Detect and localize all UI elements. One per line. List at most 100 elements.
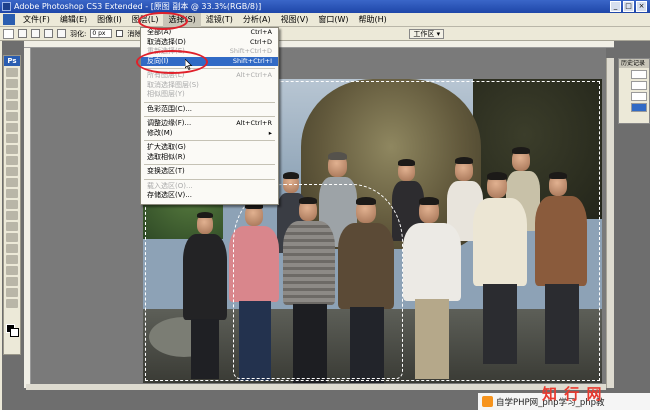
watermark-logo: 知 行 网 <box>542 385 603 403</box>
left-edge-strip <box>0 41 2 410</box>
background-color-swatch[interactable] <box>10 328 19 337</box>
window-title: Adobe Photoshop CS3 Extended - [原图 副本 @ … <box>14 2 262 11</box>
select-menu-item-label: 取消选择图层(S) <box>147 80 199 89</box>
history-panel-title[interactable]: 历史记录 <box>619 59 649 68</box>
select-menu-item-label: 色彩范围(C)... <box>147 104 193 113</box>
menu-analysis[interactable]: 分析(A) <box>238 13 276 27</box>
minimize-button[interactable]: _ <box>610 1 621 12</box>
workspace-button[interactable]: 工作区 ▾ <box>409 28 445 39</box>
shape-tool-icon[interactable] <box>6 255 18 264</box>
menu-image[interactable]: 图像(I) <box>92 13 127 27</box>
site-watermark: 自学PHP网_php学习_php教 知 行 网 <box>478 383 650 410</box>
select-menu-item-label: 反向(I) <box>147 56 169 65</box>
menu-separator <box>144 68 275 69</box>
select-menu-item-label: 重新选择(E) <box>147 47 185 55</box>
horizontal-ruler <box>24 41 614 48</box>
select-menu-item[interactable]: 存储选区(V)... <box>141 191 278 201</box>
history-state-item[interactable] <box>631 81 647 90</box>
ps-logo: Ps <box>4 56 20 66</box>
maximize-button[interactable]: □ <box>623 1 634 12</box>
history-state-item-selected[interactable] <box>631 103 647 112</box>
menu-separator <box>144 140 275 141</box>
menu-window[interactable]: 窗口(W) <box>313 13 353 27</box>
brush-tool-icon[interactable] <box>6 145 18 154</box>
php-logo-icon <box>482 396 493 407</box>
history-panel: 历史记录 <box>618 58 650 124</box>
eraser-tool-icon[interactable] <box>6 178 18 187</box>
new-selection-icon[interactable] <box>18 29 27 38</box>
close-button[interactable]: × <box>636 1 647 12</box>
toolbox: Ps <box>3 55 21 355</box>
select-menu-item[interactable]: 全部(A) Ctrl+A <box>141 28 278 38</box>
select-menu-item[interactable]: 扩大选取(G) <box>141 143 278 153</box>
path-selection-tool-icon[interactable] <box>6 244 18 253</box>
feather-input[interactable]: 0 px <box>90 29 113 38</box>
menu-filter[interactable]: 滤镜(T) <box>201 13 238 27</box>
select-menu-item[interactable]: 色彩范围(C)... <box>141 105 278 115</box>
menu-layer[interactable]: 图层(L) <box>127 13 164 27</box>
vertical-scrollbar[interactable] <box>606 58 614 388</box>
history-state-item[interactable] <box>631 70 647 79</box>
select-menu-item-label: 存储选区(V)... <box>147 191 192 199</box>
notes-tool-icon[interactable] <box>6 266 18 275</box>
type-tool-icon[interactable] <box>6 233 18 242</box>
menu-bar: 文件(F) 编辑(E) 图像(I) 图层(L) 选择(S) 滤镜(T) 分析(A… <box>0 12 650 27</box>
add-to-selection-icon[interactable] <box>31 29 40 38</box>
menu-separator <box>144 101 275 103</box>
vertical-ruler <box>24 48 31 388</box>
select-menu-item: 相似图层(Y) <box>141 90 278 100</box>
select-menu-item-label: 相似图层(Y) <box>147 90 185 98</box>
menu-help[interactable]: 帮助(H) <box>354 13 392 27</box>
pen-tool-icon[interactable] <box>6 222 18 231</box>
slice-tool-icon[interactable] <box>6 123 18 132</box>
select-menu-item[interactable]: 反向(I) Shift+Ctrl+I <box>141 56 278 66</box>
eyedropper-tool-icon[interactable] <box>6 277 18 286</box>
select-menu-item: 取消选择图层(S) <box>141 81 278 91</box>
select-menu-item-shortcut: ▸ <box>268 128 272 137</box>
photoshop-app-icon <box>2 2 11 11</box>
dodge-tool-icon[interactable] <box>6 211 18 220</box>
healing-brush-tool-icon[interactable] <box>6 134 18 143</box>
gradient-tool-icon[interactable] <box>6 189 18 198</box>
feather-label: 羽化: <box>70 29 87 38</box>
select-menu-dropdown: 全部(A) Ctrl+A 取消选择(D) Ctrl+D 重新选择(E) Shift+Ctr… <box>140 27 279 205</box>
menu-separator <box>144 178 275 180</box>
menu-edit[interactable]: 编辑(E) <box>55 13 92 27</box>
menu-file[interactable]: 文件(F) <box>18 13 55 27</box>
hand-tool-icon[interactable] <box>6 288 18 297</box>
select-menu-item-label: 载入选区(O)... <box>147 181 193 190</box>
tool-preset-picker-icon[interactable] <box>3 28 14 39</box>
select-menu-item-shortcut: Alt+Ctrl+A <box>236 71 272 79</box>
clone-stamp-tool-icon[interactable] <box>6 156 18 165</box>
select-menu-item: 载入选区(O)... <box>141 182 278 192</box>
window-controls: _ □ × <box>610 1 647 12</box>
select-menu-item: 重新选择(E) Shift+Ctrl+D <box>141 47 278 57</box>
menu-view[interactable]: 视图(V) <box>276 13 314 27</box>
select-menu-item-shortcut: Ctrl+A <box>250 28 272 36</box>
antialias-checkbox[interactable] <box>116 30 124 37</box>
select-menu-item[interactable]: 修改(M) ▸ <box>141 129 278 139</box>
select-menu-item[interactable]: 取消选择(D) Ctrl+D <box>141 38 278 48</box>
select-menu-item[interactable]: 选取相似(R) <box>141 153 278 163</box>
crop-tool-icon[interactable] <box>6 112 18 121</box>
select-menu-item[interactable]: 调整边缘(F)... Alt+Ctrl+R <box>141 119 278 129</box>
zoom-tool-icon[interactable] <box>6 299 18 308</box>
lasso-tool-icon[interactable] <box>6 90 18 99</box>
menu-separator <box>144 116 275 117</box>
history-state-item[interactable] <box>631 92 647 101</box>
photoshop-menu-icon[interactable] <box>3 14 15 25</box>
select-menu-item-shortcut: Alt+Ctrl+R <box>236 119 272 127</box>
menu-select[interactable]: 选择(S) <box>163 12 201 27</box>
marquee-tool-icon[interactable] <box>6 79 18 88</box>
select-menu-item-shortcut: Ctrl+D <box>249 37 272 46</box>
magic-wand-tool-icon[interactable] <box>6 101 18 110</box>
tool-options-bar: 羽化: 0 px 消除锯齿 工作区 ▾ <box>0 27 650 41</box>
intersect-selection-icon[interactable] <box>57 29 66 38</box>
subtract-selection-icon[interactable] <box>44 29 53 38</box>
blur-tool-icon[interactable] <box>6 200 18 209</box>
select-menu-item-label: 取消选择(D) <box>147 37 186 46</box>
history-brush-tool-icon[interactable] <box>6 167 18 176</box>
move-tool-icon[interactable] <box>6 68 18 77</box>
select-menu-item[interactable]: 变换选区(T) <box>141 167 278 177</box>
select-menu-item-label: 修改(M) <box>147 128 173 137</box>
